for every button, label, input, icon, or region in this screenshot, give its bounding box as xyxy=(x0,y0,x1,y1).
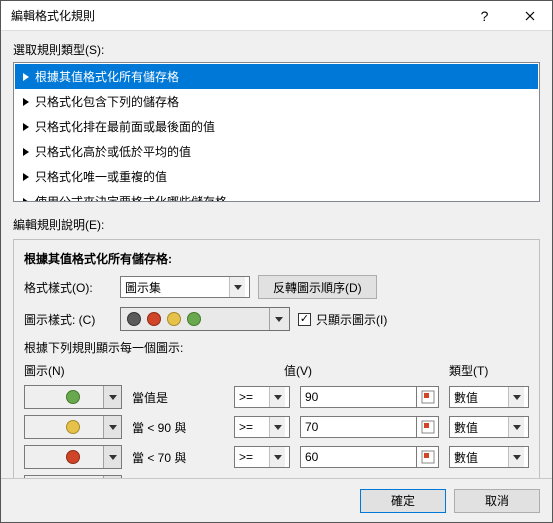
when-label: 當值是 xyxy=(132,389,224,406)
show-icon-only-checkbox[interactable]: 只顯示圖示(I) xyxy=(298,311,387,328)
hdr-icon: 圖示(N) xyxy=(24,362,122,379)
chevron-down-icon xyxy=(103,416,121,438)
icon-style-combo[interactable] xyxy=(120,307,290,331)
value-input[interactable]: 90 xyxy=(300,386,417,408)
window-title: 編輯格式化規則 xyxy=(11,7,462,24)
subheading: 根據下列規則顯示每一個圖示: xyxy=(24,339,529,356)
rule-type-item[interactable]: 只格式化高於或低於平均的值 xyxy=(15,139,538,164)
format-style-combo[interactable]: 圖示集 xyxy=(120,276,250,298)
circle-grey-icon xyxy=(127,312,141,326)
chevron-down-icon xyxy=(103,386,121,408)
dialog-footer: 確定 取消 xyxy=(1,478,552,522)
triangle-icon xyxy=(23,198,29,203)
value-input[interactable]: 70 xyxy=(300,416,417,438)
circle-red-icon xyxy=(66,450,80,464)
range-icon xyxy=(421,420,435,434)
cancel-button[interactable]: 取消 xyxy=(454,489,540,513)
rule-desc-label: 編輯規則說明(E): xyxy=(13,216,540,233)
chevron-down-icon xyxy=(508,387,524,407)
rule-row: 當 < 60 xyxy=(24,475,529,478)
icon-style-label: 圖示樣式: (C) xyxy=(24,311,112,328)
circle-red-icon xyxy=(147,312,161,326)
triangle-icon xyxy=(23,148,29,156)
dialog-window: 編輯格式化規則 ? 選取規則類型(S): 根據其值格式化所有儲存格 只格式化包含… xyxy=(0,0,553,523)
triangle-icon xyxy=(23,73,29,81)
chevron-down-icon xyxy=(103,446,121,468)
chevron-down-icon xyxy=(269,308,287,330)
checkbox-icon xyxy=(298,313,311,326)
format-style-label: 格式樣式(O): xyxy=(24,279,112,296)
range-selector-button[interactable] xyxy=(417,446,439,468)
hdr-value: 值(V) xyxy=(284,362,439,379)
ok-button[interactable]: 確定 xyxy=(360,489,446,513)
reverse-icon-order-button[interactable]: 反轉圖示順序(D) xyxy=(258,275,377,299)
icon-selector[interactable] xyxy=(24,475,122,478)
close-button[interactable] xyxy=(507,1,552,31)
circle-green-icon xyxy=(187,312,201,326)
chevron-down-icon xyxy=(269,387,285,407)
rule-type-label: 選取規則類型(S): xyxy=(13,41,540,58)
type-combo[interactable]: 數值 xyxy=(449,446,529,468)
circle-yellow-icon xyxy=(167,312,181,326)
circle-green-icon xyxy=(66,390,80,404)
chevron-down-icon xyxy=(269,447,285,467)
icon-selector[interactable] xyxy=(24,385,122,409)
chevron-down-icon xyxy=(269,417,285,437)
when-label: 當 < 70 與 xyxy=(132,449,224,466)
range-selector-button[interactable] xyxy=(417,416,439,438)
operator-combo[interactable]: >= xyxy=(234,446,290,468)
value-input[interactable]: 60 xyxy=(300,446,417,468)
dialog-content: 選取規則類型(S): 根據其值格式化所有儲存格 只格式化包含下列的儲存格 只格式… xyxy=(1,31,552,478)
close-icon xyxy=(525,11,535,21)
triangle-icon xyxy=(23,123,29,131)
chevron-down-icon xyxy=(508,447,524,467)
chevron-down-icon xyxy=(229,277,245,297)
rule-desc-group: 根據其值格式化所有儲存格: 格式樣式(O): 圖示集 反轉圖示順序(D) 圖示樣… xyxy=(13,239,540,478)
chevron-down-icon xyxy=(508,417,524,437)
help-button[interactable]: ? xyxy=(462,1,507,31)
rule-type-list[interactable]: 根據其值格式化所有儲存格 只格式化包含下列的儲存格 只格式化排在最前面或最後面的… xyxy=(13,62,540,202)
icon-selector[interactable] xyxy=(24,445,122,469)
rule-row: 當 < 70 與 >= 60 數值 xyxy=(24,445,529,469)
type-combo[interactable]: 數值 xyxy=(449,386,529,408)
triangle-icon xyxy=(23,173,29,181)
rule-type-item[interactable]: 只格式化包含下列的儲存格 xyxy=(15,89,538,114)
circle-yellow-icon xyxy=(66,420,80,434)
icon-selector[interactable] xyxy=(24,415,122,439)
rule-type-item[interactable]: 使用公式來決定要格式化哪些儲存格 xyxy=(15,189,538,202)
rule-row: 當值是 >= 90 數值 xyxy=(24,385,529,409)
rule-type-item[interactable]: 只格式化唯一或重複的值 xyxy=(15,164,538,189)
range-selector-button[interactable] xyxy=(417,386,439,408)
range-icon xyxy=(421,450,435,464)
operator-combo[interactable]: >= xyxy=(234,416,290,438)
rule-row: 當 < 90 與 >= 70 數值 xyxy=(24,415,529,439)
rules-header: 圖示(N) 值(V) 類型(T) xyxy=(24,362,529,379)
group-heading: 根據其值格式化所有儲存格: xyxy=(24,250,529,267)
triangle-icon xyxy=(23,98,29,106)
titlebar: 編輯格式化規則 ? xyxy=(1,1,552,31)
rule-type-item[interactable]: 根據其值格式化所有儲存格 xyxy=(15,64,538,89)
rule-type-item[interactable]: 只格式化排在最前面或最後面的值 xyxy=(15,114,538,139)
when-label: 當 < 90 與 xyxy=(132,419,224,436)
operator-combo[interactable]: >= xyxy=(234,386,290,408)
type-combo[interactable]: 數值 xyxy=(449,416,529,438)
hdr-type: 類型(T) xyxy=(449,362,529,379)
chevron-down-icon xyxy=(103,476,121,478)
range-icon xyxy=(421,390,435,404)
